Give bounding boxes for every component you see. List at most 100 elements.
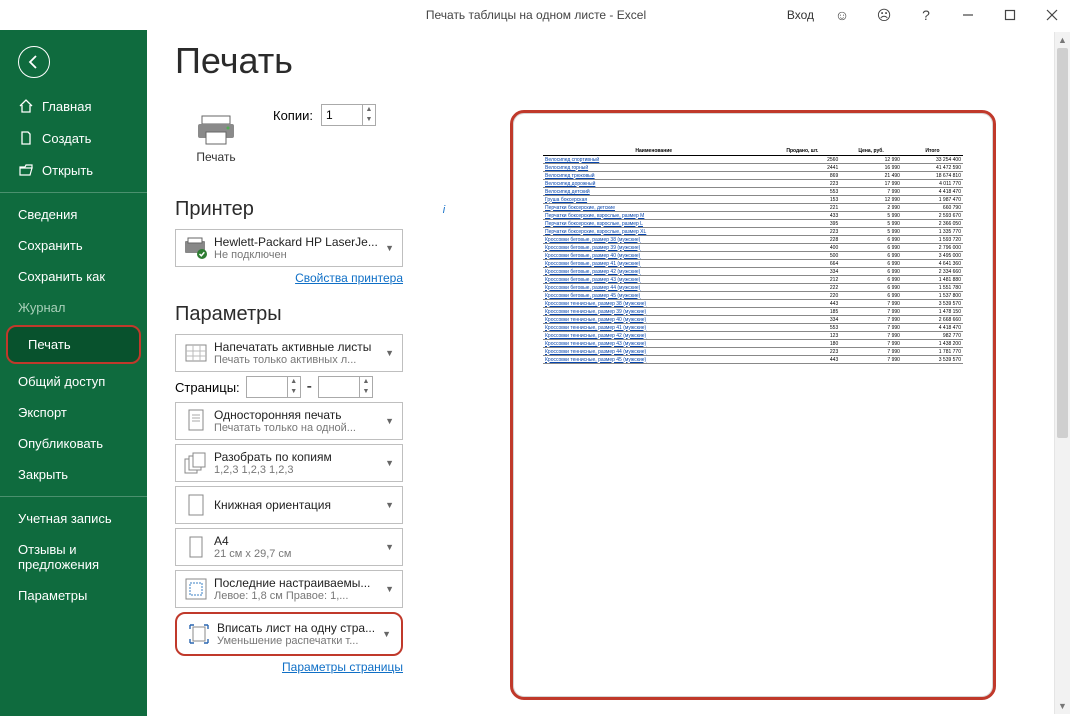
copies-down[interactable]: ▼	[363, 115, 375, 125]
window-title: Печать таблицы на одном листе - Excel	[426, 8, 646, 22]
help-icon[interactable]: ?	[912, 4, 940, 26]
print-what-dropdown[interactable]: Напечатать активные листыПечать только а…	[175, 334, 403, 372]
scaling-dropdown[interactable]: Вписать лист на одну стра...Уменьшение р…	[175, 612, 403, 656]
scroll-thumb[interactable]	[1057, 48, 1068, 438]
print-what-t2: Печать только активных л...	[214, 354, 381, 366]
sidebar-item-home[interactable]: Главная	[0, 90, 147, 122]
login-link[interactable]: Вход	[787, 8, 814, 22]
sidebar-item-share[interactable]: Общий доступ	[0, 366, 147, 397]
paper-t1: A4	[214, 534, 381, 548]
sidebar-label-save: Сохранить	[18, 238, 83, 253]
fit-to-page-icon	[185, 620, 213, 648]
sidebar-label-new: Создать	[42, 131, 91, 146]
paper-dropdown[interactable]: A421 см x 29,7 см ▼	[175, 528, 403, 566]
sidebar-item-options[interactable]: Параметры	[0, 580, 147, 611]
sidebar-label-close: Закрыть	[18, 467, 68, 482]
collate-dropdown[interactable]: Разобрать по копиям1,2,3 1,2,3 1,2,3 ▼	[175, 444, 403, 482]
sidebar-item-saveas[interactable]: Сохранить как	[0, 261, 147, 292]
back-button[interactable]	[18, 46, 50, 78]
orient-t1: Книжная ориентация	[214, 498, 381, 512]
sidebar-label-info: Сведения	[18, 207, 77, 222]
chevron-down-icon: ▼	[381, 348, 398, 358]
vertical-scrollbar[interactable]: ▲ ▼	[1054, 32, 1070, 714]
margins-icon	[182, 575, 210, 603]
sidebar-item-feedback[interactable]: Отзывы и предложения	[0, 534, 147, 580]
minimize-button[interactable]	[954, 4, 982, 26]
maximize-button[interactable]	[996, 4, 1024, 26]
scale-t2: Уменьшение распечатки т...	[217, 635, 378, 647]
face-sad-icon[interactable]: ☹	[870, 4, 898, 26]
copies-up[interactable]: ▲	[363, 105, 375, 115]
sides-t2: Печатать только на одной...	[214, 422, 381, 434]
sidebar-item-new[interactable]: Создать	[0, 122, 147, 154]
collate-t1: Разобрать по копиям	[214, 450, 381, 464]
sidebar-label-options: Параметры	[18, 588, 87, 603]
orientation-dropdown[interactable]: Книжная ориентация ▼	[175, 486, 403, 524]
sidebar-item-account[interactable]: Учетная запись	[0, 503, 147, 534]
page-from-down[interactable]: ▼	[288, 387, 300, 397]
sidebar-label-home: Главная	[42, 99, 91, 114]
sidebar-item-print[interactable]: Печать	[8, 327, 139, 362]
close-button[interactable]	[1038, 4, 1066, 26]
preview-page: НаименованиеПродано, шт.Цена, руб.Итого …	[510, 110, 996, 700]
face-smile-icon[interactable]: ☺	[828, 4, 856, 26]
pages-sep: -	[307, 378, 312, 396]
backstage-sidebar: Главная Создать Открыть Сведения Сохрани…	[0, 30, 147, 716]
scroll-track[interactable]	[1055, 48, 1070, 698]
sidebar-item-close[interactable]: Закрыть	[0, 459, 147, 490]
page-title: Печать	[175, 40, 452, 82]
sides-t1: Односторонняя печать	[214, 408, 381, 422]
copies-label: Копии:	[273, 108, 313, 123]
arrow-left-icon	[26, 54, 42, 70]
sidebar-item-info[interactable]: Сведения	[0, 199, 147, 230]
portrait-icon	[182, 491, 210, 519]
printer-name: Hewlett-Packard HP LaserJe...	[214, 235, 381, 249]
page-from-spinner[interactable]: ▲▼	[246, 376, 301, 398]
sidebar-item-open[interactable]: Открыть	[0, 154, 147, 186]
home-icon	[18, 98, 34, 114]
preview-table: НаименованиеПродано, шт.Цена, руб.Итого …	[543, 147, 963, 364]
printer-dropdown[interactable]: Hewlett-Packard HP LaserJe... Не подключ…	[175, 229, 403, 267]
settings-heading: Параметры	[175, 303, 282, 326]
page-from-input[interactable]	[247, 377, 287, 397]
scale-t1: Вписать лист на одну стра...	[217, 621, 378, 635]
sides-dropdown[interactable]: Односторонняя печатьПечатать только на о…	[175, 402, 403, 440]
sidebar-label-print: Печать	[28, 337, 71, 352]
print-preview-pane: НаименованиеПродано, шт.Цена, руб.Итого …	[452, 30, 1072, 716]
sidebar-item-export[interactable]: Экспорт	[0, 397, 147, 428]
margins-t2: Левое: 1,8 см Правое: 1,...	[214, 590, 381, 602]
paper-t2: 21 см x 29,7 см	[214, 548, 381, 560]
copies-spinner[interactable]: ▲ ▼	[321, 104, 376, 126]
print-button[interactable]: Печать	[175, 98, 257, 180]
info-icon[interactable]: i	[436, 202, 452, 218]
chevron-down-icon: ▼	[378, 629, 395, 639]
sidebar-item-publish[interactable]: Опубликовать	[0, 428, 147, 459]
margins-t1: Последние настраиваемы...	[214, 576, 381, 590]
printer-status: Не подключен	[214, 249, 381, 261]
page-to-down[interactable]: ▼	[360, 387, 372, 397]
page-from-up[interactable]: ▲	[288, 377, 300, 387]
paper-icon	[182, 533, 210, 561]
sidebar-item-history[interactable]: Журнал	[0, 292, 147, 323]
sidebar-label-export: Экспорт	[18, 405, 67, 420]
sidebar-label-history: Журнал	[18, 300, 65, 315]
printer-properties-link[interactable]: Свойства принтера	[175, 271, 403, 285]
sheets-icon	[182, 339, 210, 367]
sidebar-item-save[interactable]: Сохранить	[0, 230, 147, 261]
sidebar-item-print-selected: Печать	[6, 325, 141, 364]
pages-label: Страницы:	[175, 380, 240, 395]
page-setup-link[interactable]: Параметры страницы	[175, 660, 403, 674]
chevron-down-icon: ▼	[381, 500, 398, 510]
page-to-input[interactable]	[319, 377, 359, 397]
scroll-up-button[interactable]: ▲	[1055, 32, 1070, 48]
page-to-up[interactable]: ▲	[360, 377, 372, 387]
page-to-spinner[interactable]: ▲▼	[318, 376, 373, 398]
print-what-t1: Напечатать активные листы	[214, 340, 381, 354]
scroll-down-button[interactable]: ▼	[1055, 698, 1070, 714]
margins-dropdown[interactable]: Последние настраиваемы...Левое: 1,8 см П…	[175, 570, 403, 608]
copies-input[interactable]	[322, 105, 362, 125]
chevron-down-icon: ▼	[381, 584, 398, 594]
sidebar-label-feedback: Отзывы и предложения	[18, 542, 133, 572]
sidebar-label-publish: Опубликовать	[18, 436, 103, 451]
collate-t2: 1,2,3 1,2,3 1,2,3	[214, 464, 381, 476]
